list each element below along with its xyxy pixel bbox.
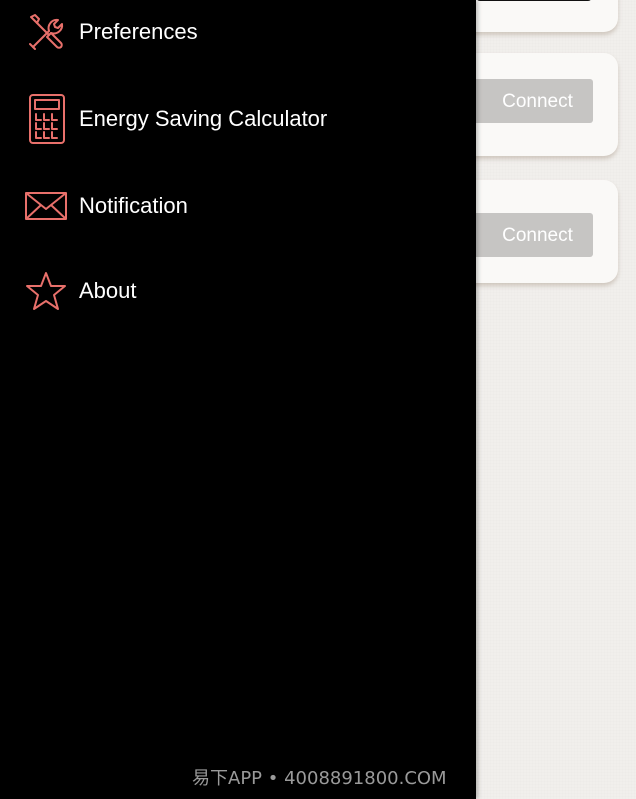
menu-item-energy-saving-calculator[interactable]: Energy Saving Calculator [0, 89, 476, 149]
menu-item-label: Preferences [79, 19, 198, 44]
navigation-drawer: Preferences Energy Saving Calculator Not… [0, 0, 476, 799]
menu-item-label: Notification [79, 193, 188, 218]
menu-item-notification[interactable]: Notification [0, 176, 476, 236]
wrench-screwdriver-icon [24, 10, 68, 54]
menu-item-label: Energy Saving Calculator [79, 106, 328, 131]
calculator-icon [24, 94, 68, 144]
star-icon [24, 269, 68, 313]
connect-button[interactable]: Connect [473, 79, 593, 123]
watermark-text: 易下APP • 4008891800.COM [192, 768, 447, 789]
connect-button[interactable]: Connect [473, 213, 593, 257]
menu-item-about[interactable]: About [0, 261, 476, 321]
card-top-strip [476, 0, 592, 1]
menu-item-preferences[interactable]: Preferences [0, 2, 476, 62]
menu-item-label: About [79, 278, 137, 303]
envelope-icon [24, 184, 68, 228]
